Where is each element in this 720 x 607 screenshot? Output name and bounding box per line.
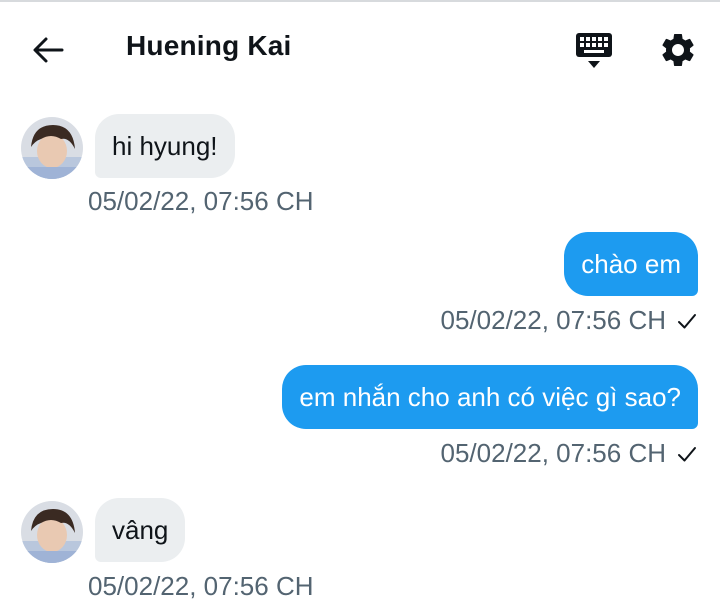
arrow-left-icon: [33, 37, 64, 63]
keyboard-button[interactable]: [572, 30, 616, 72]
checkmark-icon: [678, 313, 696, 328]
keyboard-icon: [576, 33, 612, 68]
conversation-title[interactable]: Huening Kai: [126, 30, 292, 62]
message-meta: 05/02/22, 07:56 CH: [441, 438, 699, 469]
back-button[interactable]: [28, 32, 68, 68]
message-timestamp: 05/02/22, 07:56 CH: [88, 186, 314, 216]
message-bubble-outgoing[interactable]: em nhắn cho anh có việc gì sao?: [282, 365, 698, 429]
message-bubble-outgoing[interactable]: chào em: [564, 232, 698, 296]
message-meta: 05/02/22, 07:56 CH: [441, 305, 699, 336]
settings-button[interactable]: [658, 30, 698, 70]
conversation-header: Huening Kai: [0, 2, 720, 94]
checkmark-icon: [678, 446, 696, 461]
gear-icon: [662, 33, 694, 66]
message-timestamp: 05/02/22, 07:56 CH: [440, 438, 667, 468]
avatar[interactable]: [21, 501, 83, 563]
message-timestamp: 05/02/22, 07:56 CH: [88, 571, 314, 601]
message-bubble-incoming[interactable]: vâng: [95, 498, 186, 562]
message-bubble-incoming[interactable]: hi hyung!: [95, 114, 235, 178]
message-timestamp: 05/02/22, 07:56 CH: [440, 305, 667, 335]
avatar[interactable]: [21, 117, 83, 179]
